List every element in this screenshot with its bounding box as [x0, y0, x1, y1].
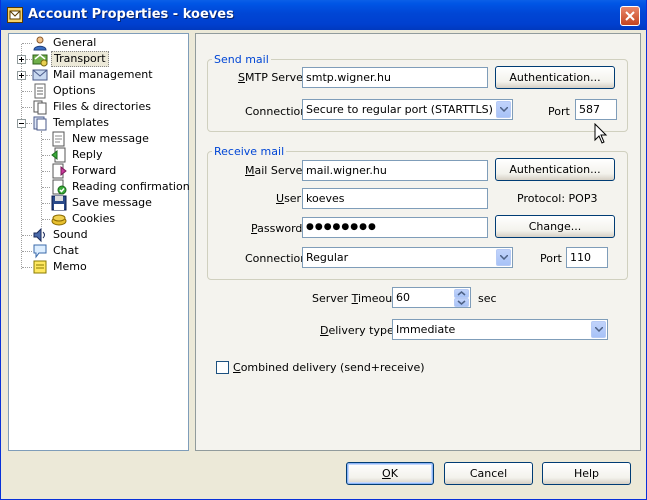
ok-button[interactable]: OK: [346, 462, 434, 485]
server-timeout-input[interactable]: 60: [392, 287, 471, 308]
delivery-type-label: Delivery type: [320, 324, 394, 337]
delivery-type-select[interactable]: Immediate: [392, 319, 608, 340]
help-button[interactable]: Help: [542, 462, 631, 485]
window-title: Account Properties - koeves: [28, 7, 234, 22]
smtp-server-input[interactable]: smtp.wigner.hu: [302, 67, 488, 88]
settings-panel: Send mail SMTP Server smtp.wigner.hu Aut…: [195, 33, 641, 451]
files-icon: [33, 100, 47, 115]
reading-confirmation-icon: [52, 179, 67, 195]
combined-delivery-label[interactable]: Combined delivery (send+receive): [233, 361, 425, 375]
settings-tree[interactable]: General Transport Mail management Option…: [8, 33, 190, 451]
close-icon: [625, 11, 635, 21]
chevron-up-icon: [457, 291, 466, 296]
protocol-label: Protocol: POP3: [517, 192, 598, 205]
send-authentication-button[interactable]: Authentication...: [495, 66, 615, 89]
mouse-cursor-icon: [594, 123, 608, 144]
send-port-label: Port: [548, 105, 570, 118]
templates-expander[interactable]: [17, 119, 26, 128]
user-label: User: [276, 192, 302, 205]
receive-port-label: Port: [540, 252, 562, 265]
send-connection-label: Connection: [245, 105, 308, 118]
server-timeout-unit: sec: [478, 292, 497, 305]
new-message-icon: [52, 131, 65, 147]
send-mail-title: Send mail: [212, 53, 271, 66]
title-bar[interactable]: Account Properties - koeves: [1, 0, 646, 30]
receive-connection-label: Connection: [245, 252, 308, 265]
password-input[interactable]: ●●●●●●●●: [302, 217, 488, 238]
app-icon: [7, 7, 23, 23]
change-password-button[interactable]: Change...: [495, 215, 615, 238]
smtp-server-label: SMTP Server: [238, 71, 308, 84]
close-button[interactable]: [620, 6, 640, 26]
receive-mail-title: Receive mail: [212, 145, 287, 158]
spin-down-button[interactable]: [454, 298, 469, 307]
options-icon: [34, 83, 46, 99]
server-timeout-label: Server Timeout: [312, 292, 397, 305]
chevron-down-icon: [591, 321, 606, 338]
mail-server-label: Mail Server: [245, 164, 307, 177]
account-properties-window: Account Properties - koeves General Tran…: [0, 0, 647, 500]
reply-icon: [51, 147, 66, 163]
transport-expander[interactable]: [17, 55, 26, 64]
mail-management-expander[interactable]: [17, 71, 26, 80]
password-label: Password: [251, 222, 303, 235]
chevron-down-icon: [496, 101, 511, 118]
transport-icon: [32, 54, 48, 67]
combined-delivery-checkbox[interactable]: [216, 361, 229, 374]
cancel-button[interactable]: Cancel: [444, 462, 533, 485]
chevron-down-icon: [496, 249, 511, 266]
speaker-icon: [33, 227, 45, 243]
chevron-down-icon: [457, 300, 466, 305]
cookies-icon: [51, 214, 67, 226]
mail-server-input[interactable]: mail.wigner.hu: [302, 160, 488, 181]
send-connection-select[interactable]: Secure to regular port (STARTTLS): [302, 99, 513, 120]
mail-management-icon: [32, 69, 48, 81]
user-icon: [33, 36, 47, 51]
spin-up-button[interactable]: [454, 289, 469, 298]
receive-authentication-button[interactable]: Authentication...: [495, 158, 615, 181]
floppy-disk-icon: [51, 195, 67, 211]
receive-connection-select[interactable]: Regular: [302, 247, 513, 268]
receive-port-input[interactable]: 110: [566, 247, 608, 268]
templates-icon: [33, 116, 47, 131]
send-port-input[interactable]: 587: [575, 99, 617, 120]
forward-icon: [52, 163, 67, 179]
chat-icon: [33, 244, 47, 259]
memo-icon: [33, 260, 47, 274]
user-input[interactable]: koeves: [302, 188, 488, 209]
